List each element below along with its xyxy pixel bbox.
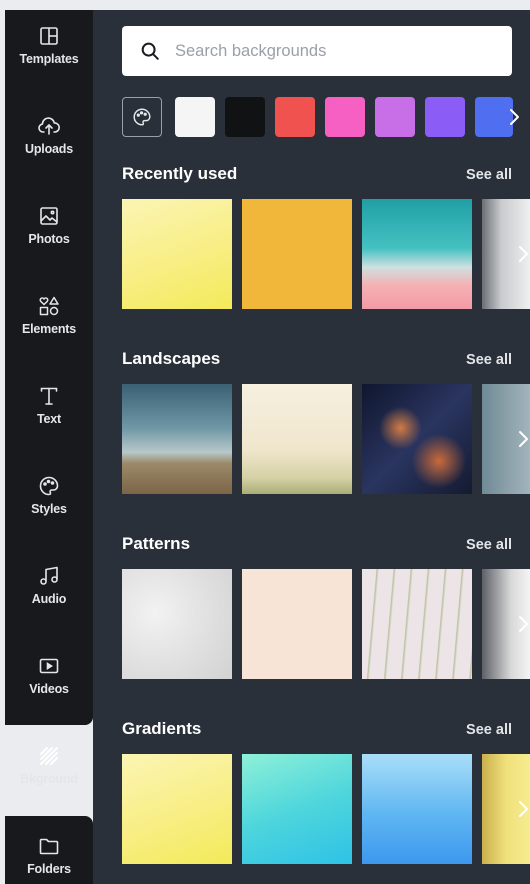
chevron-right-icon — [519, 801, 528, 817]
sidebar-item-label: Styles — [31, 502, 67, 516]
chevron-right-icon — [519, 616, 528, 632]
patterns-row — [122, 569, 530, 679]
sidebar-item-label: Bkground — [20, 772, 78, 786]
see-all-gradients-link[interactable]: See all — [466, 722, 512, 738]
background-stripes-icon — [40, 747, 58, 765]
shapes-icon — [39, 296, 59, 316]
sidebar-item-text[interactable]: Text — [5, 370, 93, 450]
color-swatch[interactable] — [275, 97, 315, 137]
background-thumbnail[interactable] — [242, 199, 352, 309]
sidebar-item-label: Elements — [22, 322, 76, 336]
sidebar: Templates Uploads Photos Elements Text S… — [5, 10, 93, 884]
app-window: Templates Uploads Photos Elements Text S… — [0, 0, 530, 884]
custom-color-button[interactable] — [122, 97, 162, 137]
section-title-landscapes: Landscapes — [122, 349, 221, 368]
section-title-gradients: Gradients — [122, 719, 202, 738]
sidebar-item-elements[interactable]: Elements — [5, 280, 93, 360]
see-all-recently-used-link[interactable]: See all — [466, 167, 512, 183]
chevron-right-icon — [510, 109, 519, 125]
background-thumbnail[interactable] — [242, 569, 352, 679]
sidebar-item-photos[interactable]: Photos — [5, 190, 93, 270]
row-scroll-right-button[interactable] — [506, 237, 530, 271]
sidebar-item-folders[interactable]: Folders — [5, 820, 93, 884]
sidebar-item-label: Videos — [29, 682, 69, 696]
sidebar-item-label: Photos — [28, 232, 70, 246]
background-thumbnail[interactable] — [242, 754, 352, 864]
search-icon — [141, 42, 159, 60]
see-all-patterns-link[interactable]: See all — [466, 537, 512, 553]
background-thumbnail[interactable] — [362, 754, 472, 864]
section-title-patterns: Patterns — [122, 534, 191, 553]
sidebar-item-styles[interactable]: Styles — [5, 460, 93, 540]
sidebar-item-label: Text — [37, 412, 61, 426]
palette-icon — [39, 476, 59, 496]
palette-icon — [133, 108, 151, 126]
color-swatch[interactable] — [225, 97, 265, 137]
sidebar-item-label: Uploads — [25, 142, 73, 156]
color-swatch[interactable] — [325, 97, 365, 137]
background-thumbnail[interactable] — [362, 384, 472, 494]
recently-used-row — [122, 199, 530, 309]
row-scroll-right-button[interactable] — [506, 607, 530, 641]
sidebar-item-label: Audio — [31, 592, 67, 606]
folder-icon — [39, 838, 59, 855]
background-thumbnail[interactable] — [122, 569, 232, 679]
backgrounds-panel: Recently used See all Landscapes See all… — [93, 10, 530, 884]
color-swatch[interactable] — [425, 97, 465, 137]
row-scroll-right-button[interactable] — [506, 422, 530, 456]
sidebar-item-label: Folders — [27, 862, 71, 876]
sidebar-item-background[interactable]: Bkground — [5, 730, 93, 810]
search-input[interactable] — [173, 40, 497, 62]
background-thumbnail[interactable] — [362, 199, 472, 309]
chevron-right-icon — [519, 431, 528, 447]
music-note-icon — [40, 566, 58, 585]
background-thumbnail[interactable] — [242, 384, 352, 494]
section-title-recently-used: Recently used — [122, 164, 238, 183]
sidebar-item-uploads[interactable]: Uploads — [5, 100, 93, 180]
row-scroll-right-button[interactable] — [506, 792, 530, 826]
search-bar[interactable] — [122, 26, 512, 76]
text-t-icon — [40, 387, 58, 405]
sidebar-item-templates[interactable]: Templates — [5, 10, 93, 90]
swatch-scroll-right-button[interactable] — [494, 97, 530, 137]
gradients-row — [122, 754, 530, 864]
background-thumbnail[interactable] — [122, 199, 232, 309]
chevron-right-icon — [519, 246, 528, 262]
video-play-icon — [39, 658, 59, 674]
sidebar-item-videos[interactable]: Videos — [5, 640, 93, 720]
color-swatch[interactable] — [375, 97, 415, 137]
color-swatch[interactable] — [175, 97, 215, 137]
background-thumbnail[interactable] — [122, 754, 232, 864]
landscapes-row — [122, 384, 530, 494]
sidebar-item-label: Templates — [19, 52, 79, 66]
color-swatch-row — [122, 97, 530, 139]
see-all-landscapes-link[interactable]: See all — [466, 352, 512, 368]
background-thumbnail[interactable] — [122, 384, 232, 494]
upload-cloud-icon — [38, 117, 60, 135]
sidebar-item-audio[interactable]: Audio — [5, 550, 93, 630]
photo-icon — [40, 207, 58, 225]
templates-icon — [40, 27, 58, 45]
background-thumbnail[interactable] — [362, 569, 472, 679]
